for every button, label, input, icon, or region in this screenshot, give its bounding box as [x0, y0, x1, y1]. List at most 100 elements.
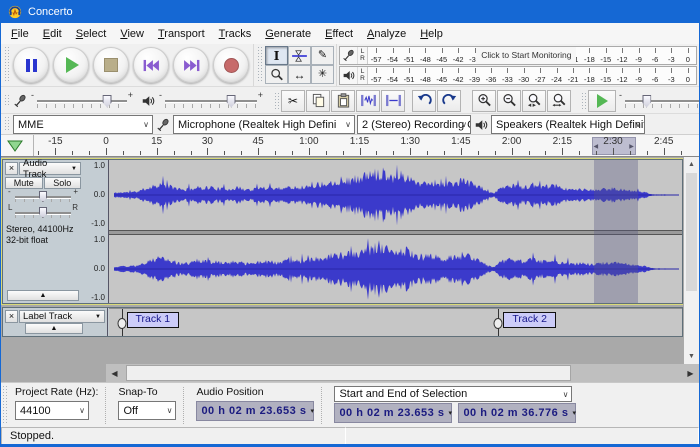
playback-volume-slider[interactable]: - +: [157, 92, 265, 110]
ruler-tick: [207, 148, 208, 155]
device-toolbar-grip[interactable]: [4, 117, 10, 132]
microphone-icon: [340, 47, 358, 64]
stop-button[interactable]: [93, 47, 129, 83]
label-text-box[interactable]: Track 2: [503, 312, 556, 328]
vertical-scroll-thumb[interactable]: [686, 173, 697, 291]
device-toolbar: MME∨ Microphone (Realtek High Defini∨ 2 …: [1, 113, 699, 135]
playback-meter[interactable]: LR -57-54-51-48-45-42-39-36-33-30-27-24-…: [339, 66, 697, 85]
multi-tool-button[interactable]: ✳: [311, 65, 334, 84]
ruler-tick: [326, 151, 327, 155]
audio-track-content[interactable]: [109, 160, 682, 303]
paste-button[interactable]: [331, 90, 355, 112]
scroll-up-button[interactable]: ▲: [684, 157, 699, 172]
menu-item-file[interactable]: File: [4, 26, 36, 42]
horizontal-scroll-track[interactable]: [123, 364, 682, 382]
recording-channels-select[interactable]: 2 (Stereo) Recording Channels∨: [357, 115, 471, 134]
skip-to-start-button[interactable]: [133, 47, 169, 83]
timeline-ruler[interactable]: ◀▶-1501530451:001:151:301:452:002:152:30…: [1, 134, 699, 157]
audio-track-collapse-button[interactable]: ▲: [7, 290, 79, 301]
selection-toolbar-grip[interactable]: [2, 386, 8, 425]
audio-track-menu-button[interactable]: Audio Track▼: [19, 162, 81, 175]
audio-position-field[interactable]: 00 h 02 m 23.653 s▾: [196, 401, 314, 421]
menu-item-select[interactable]: Select: [69, 26, 114, 42]
redo-button[interactable]: [437, 90, 461, 112]
copy-button[interactable]: [306, 90, 330, 112]
ruler-tick: [579, 151, 580, 155]
fit-selection-button[interactable]: [522, 90, 546, 112]
recording-meter[interactable]: LR -57-54-51-48-45-42-39-36-33-30-27-24-…: [339, 46, 697, 65]
menu-item-edit[interactable]: Edit: [36, 26, 69, 42]
audacity-logo-icon: [8, 5, 22, 19]
playback-speed-slider[interactable]: - +: [617, 92, 700, 110]
play-button[interactable]: [53, 47, 89, 83]
meter-scale-label: -12: [617, 55, 628, 64]
gain-slider[interactable]: - +: [7, 190, 79, 204]
pause-button[interactable]: [13, 47, 49, 83]
title-bar[interactable]: Concerto: [1, 1, 699, 23]
audio-host-select[interactable]: MME∨: [13, 115, 153, 134]
menu-item-transport[interactable]: Transport: [151, 26, 212, 42]
play-at-speed-button[interactable]: [588, 90, 616, 112]
label-text-box[interactable]: Track 1: [127, 312, 180, 328]
timeline-options[interactable]: [1, 135, 34, 156]
fit-project-button[interactable]: [547, 90, 571, 112]
menu-item-analyze[interactable]: Analyze: [360, 26, 413, 42]
scroll-down-button[interactable]: ▼: [684, 349, 699, 364]
skip-to-end-button[interactable]: [173, 47, 209, 83]
window-title: Concerto: [28, 6, 73, 18]
menu-item-tracks[interactable]: Tracks: [212, 26, 259, 42]
menu-item-generate[interactable]: Generate: [258, 26, 318, 42]
scroll-left-button[interactable]: ◀: [106, 364, 123, 382]
ruler-tick: [461, 148, 462, 155]
menu-item-view[interactable]: View: [113, 26, 151, 42]
audio-track-close-button[interactable]: ×: [5, 162, 18, 175]
label-marker-handle[interactable]: [494, 318, 503, 329]
selection-end-field[interactable]: 00 h 02 m 36.776 s▾: [458, 403, 576, 423]
undo-button[interactable]: [412, 90, 436, 112]
trim-outside-selection-button[interactable]: [356, 90, 380, 112]
zoom-tool-button[interactable]: [265, 65, 288, 84]
dropdown-icon: ▼: [95, 314, 101, 320]
project-rate-select[interactable]: 44100∨: [15, 401, 89, 420]
menu-item-effect[interactable]: Effect: [318, 26, 360, 42]
label-marker-handle[interactable]: [117, 318, 126, 329]
horizontal-scrollbar[interactable]: ◀ ▶: [106, 364, 699, 382]
menu-item-help[interactable]: Help: [413, 26, 450, 42]
selection-mode-select[interactable]: Start and End of Selection∨: [334, 386, 572, 402]
snap-to-select[interactable]: Off∨: [118, 401, 176, 420]
label-track-close-button[interactable]: ×: [5, 310, 18, 323]
vertical-scrollbar[interactable]: ▲ ▼: [683, 157, 699, 364]
mixer-toolbar-grip[interactable]: [4, 95, 10, 107]
horizontal-scroll-thumb[interactable]: [126, 365, 571, 381]
record-button[interactable]: [213, 47, 249, 83]
time-shift-tool-button[interactable]: ↔: [288, 65, 311, 84]
cut-button[interactable]: ✂: [281, 90, 305, 112]
tools-toolbar-grip[interactable]: [257, 47, 263, 83]
edit-toolbar-grip[interactable]: [274, 93, 280, 109]
silence-selection-button[interactable]: [381, 90, 405, 112]
recording-device-select[interactable]: Microphone (Realtek High Defini∨: [173, 115, 355, 134]
scroll-right-button[interactable]: ▶: [682, 364, 699, 382]
transport-toolbar-grip[interactable]: [4, 47, 10, 83]
label-track-collapse-button[interactable]: ▲: [25, 323, 83, 334]
meter-tick: [491, 68, 492, 73]
pan-slider[interactable]: L R: [7, 206, 79, 220]
label-track-menu-button[interactable]: Label Track▼: [19, 310, 105, 323]
meter-monitoring-overlay[interactable]: Click to Start Monitoring: [476, 47, 576, 64]
vertical-ruler[interactable]: 1.00.0-1.01.00.0-1.0: [83, 160, 109, 303]
meter-scale-label: -21: [568, 75, 579, 84]
selection-start-field[interactable]: 00 h 02 m 23.653 s▾: [334, 403, 452, 423]
selection-tool-button[interactable]: I: [265, 46, 288, 65]
draw-tool-button[interactable]: ✎: [311, 46, 334, 65]
label-track-content[interactable]: Track 1 Track 2: [109, 308, 682, 336]
zoom-out-button[interactable]: [497, 90, 521, 112]
recording-volume-slider[interactable]: - +: [29, 92, 135, 110]
meter-tick: [425, 48, 426, 53]
playback-device-select[interactable]: Speakers (Realtek High Definiti∨: [491, 115, 645, 134]
speaker-icon: [141, 94, 155, 108]
pause-icon: [26, 59, 37, 72]
zoom-in-button[interactable]: [472, 90, 496, 112]
play-at-speed-grip[interactable]: [581, 93, 587, 109]
trim-icon: [360, 94, 377, 107]
envelope-tool-button[interactable]: [288, 46, 311, 65]
